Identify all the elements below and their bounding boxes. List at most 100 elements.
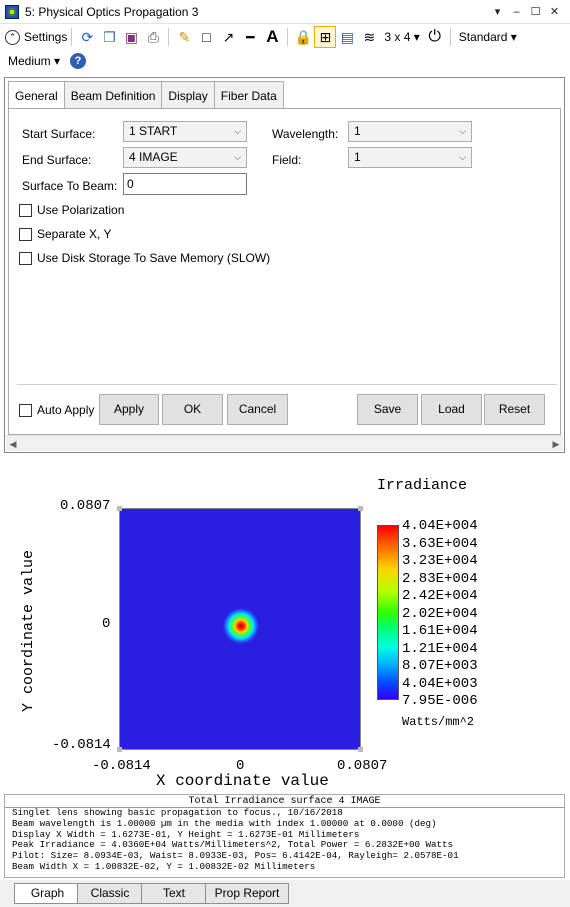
- chevron-up-icon: ⌃: [5, 29, 20, 45]
- disk-storage-label: Use Disk Storage To Save Memory (SLOW): [37, 251, 271, 265]
- arrow-icon[interactable]: ↗: [217, 26, 239, 48]
- tab-classic[interactable]: Classic: [77, 883, 143, 904]
- field-value: 1: [354, 150, 361, 164]
- divider: [17, 384, 557, 385]
- checkbox-box[interactable]: [19, 203, 32, 217]
- colorbar-tick: 8.07E+003: [402, 658, 478, 674]
- settings-button[interactable]: ⌃ Settings: [5, 29, 67, 45]
- window-menu-button[interactable]: ▾: [488, 3, 507, 21]
- auto-apply-checkbox[interactable]: Auto Apply: [19, 403, 94, 417]
- end-surface-select[interactable]: 4 IMAGE ⌵: [123, 147, 247, 168]
- y-tick-bottom: -0.0814: [52, 737, 111, 753]
- refresh-icon[interactable]: ⟳: [76, 26, 98, 48]
- scroll-right-icon[interactable]: ▶: [549, 436, 563, 452]
- window-layout-icon[interactable]: ▤: [336, 26, 358, 48]
- help-icon[interactable]: ?: [70, 53, 87, 69]
- irradiance-spot: [222, 607, 260, 645]
- colorbar-tick: 2.02E+004: [402, 605, 478, 622]
- title-bar: 5: Physical Optics Propagation 3 ▾ – ☐ ✕: [0, 0, 570, 24]
- medium-dropdown[interactable]: Medium ▾: [4, 54, 64, 68]
- start-surface-label: Start Surface:: [22, 127, 96, 141]
- colorbar-tick: 2.83E+004: [402, 570, 478, 587]
- pencil-icon[interactable]: ✎: [173, 26, 195, 48]
- plot-corner: [117, 747, 122, 752]
- line-icon[interactable]: ━: [239, 26, 261, 48]
- wavelength-label: Wavelength:: [272, 127, 339, 141]
- irradiance-plot-area[interactable]: [119, 508, 361, 750]
- settings-tabs: General Beam Definition Display Fiber Da…: [8, 81, 284, 111]
- colorbar-tick: 1.21E+004: [402, 640, 478, 657]
- tab-fiber-data[interactable]: Fiber Data: [213, 81, 284, 109]
- colorbar-tick: 7.95E-006: [402, 693, 478, 709]
- toolbar-secondary: Medium ▾ ?: [0, 50, 87, 72]
- layers-icon[interactable]: ≋: [358, 26, 380, 48]
- standard-dropdown[interactable]: Standard ▾: [455, 30, 521, 44]
- separate-xy-label: Separate X, Y: [37, 227, 112, 241]
- auto-apply-label: Auto Apply: [37, 403, 95, 417]
- colorbar-tick: 2.42E+004: [402, 588, 478, 604]
- scroll-left-icon[interactable]: ◀: [6, 436, 20, 452]
- disk-storage-checkbox[interactable]: Use Disk Storage To Save Memory (SLOW): [19, 251, 270, 265]
- load-button[interactable]: Load: [421, 394, 482, 425]
- horizontal-scrollbar[interactable]: ◀ ▶: [6, 435, 563, 451]
- colorbar-tick: 1.61E+004: [402, 623, 478, 639]
- window-title: 5: Physical Optics Propagation 3: [25, 4, 199, 19]
- x-tick-left: -0.0814: [92, 758, 151, 774]
- chevron-down-icon: ⌵: [234, 152, 241, 162]
- power-icon[interactable]: ⏻: [424, 26, 446, 48]
- plot-title: Irradiance: [377, 477, 468, 494]
- checkbox-box[interactable]: [19, 227, 32, 241]
- report-panel: Total Irradiance surface 4 IMAGE Singlet…: [4, 794, 565, 878]
- y-tick-zero: 0: [102, 616, 111, 632]
- colorbar-tick: 3.23E+004: [402, 553, 478, 569]
- apply-button[interactable]: Apply: [99, 394, 159, 425]
- plot-corner: [117, 506, 122, 511]
- use-polarization-checkbox[interactable]: Use Polarization: [19, 203, 124, 217]
- general-tab-body: Start Surface: 1 START ⌵ End Surface: 4 …: [8, 108, 561, 435]
- separate-xy-checkbox[interactable]: Separate X, Y: [19, 227, 112, 241]
- chevron-down-icon: ⌵: [234, 126, 241, 136]
- close-button[interactable]: ✕: [545, 3, 564, 21]
- save-button[interactable]: Save: [357, 394, 418, 425]
- x-axis-label: X coordinate value: [156, 772, 329, 790]
- tab-beam-definition[interactable]: Beam Definition: [63, 81, 163, 109]
- start-surface-value: 1 START: [129, 124, 178, 138]
- tab-general[interactable]: General: [8, 81, 65, 111]
- rectangle-icon[interactable]: □: [195, 26, 217, 48]
- toolbar-separator: [449, 28, 451, 46]
- text-icon[interactable]: A: [261, 26, 283, 48]
- colorbar-units: Watts/mm^2: [402, 715, 475, 729]
- minimize-button[interactable]: –: [507, 3, 526, 21]
- checkbox-box[interactable]: [19, 403, 32, 417]
- start-surface-select[interactable]: 1 START ⌵: [123, 121, 247, 142]
- settings-panel: General Beam Definition Display Fiber Da…: [4, 77, 565, 453]
- checkbox-box[interactable]: [19, 251, 32, 265]
- colorbar-tick: 4.04E+003: [402, 675, 478, 692]
- tab-text[interactable]: Text: [141, 883, 207, 904]
- field-select[interactable]: 1 ⌵: [348, 147, 472, 168]
- reset-button[interactable]: Reset: [484, 394, 545, 425]
- colorbar-tick: 3.63E+004: [402, 535, 478, 552]
- tab-prop-report[interactable]: Prop Report: [205, 883, 289, 904]
- ok-button[interactable]: OK: [162, 394, 223, 425]
- toolbar-separator: [287, 28, 289, 46]
- maximize-button[interactable]: ☐: [526, 3, 545, 21]
- x-tick-right: 0.0807: [337, 758, 388, 774]
- cancel-button[interactable]: Cancel: [227, 394, 288, 425]
- save-image-icon[interactable]: ▣: [120, 26, 142, 48]
- end-surface-value: 4 IMAGE: [129, 150, 178, 164]
- tab-display[interactable]: Display: [161, 81, 215, 109]
- bottom-tabs: Graph Classic Text Prop Report: [0, 880, 570, 907]
- irradiance-graph: Irradiance 0.0807 0 -0.0814 -0.0814 0 0.…: [0, 456, 570, 794]
- colorbar-tick: 4.04E+004: [402, 518, 478, 534]
- print-icon[interactable]: ⎙: [142, 26, 164, 48]
- layout-dropdown[interactable]: 3 x 4 ▾: [380, 30, 423, 44]
- toolbar-separator: [71, 28, 73, 46]
- copy-icon[interactable]: ❐: [98, 26, 120, 48]
- surface-to-beam-input[interactable]: 0: [123, 173, 247, 195]
- plot-corner: [358, 506, 363, 511]
- tab-graph[interactable]: Graph: [14, 883, 81, 904]
- lock-icon[interactable]: 🔒: [292, 26, 314, 48]
- wavelength-select[interactable]: 1 ⌵: [348, 121, 472, 142]
- fit-window-icon[interactable]: ⊞: [314, 26, 337, 48]
